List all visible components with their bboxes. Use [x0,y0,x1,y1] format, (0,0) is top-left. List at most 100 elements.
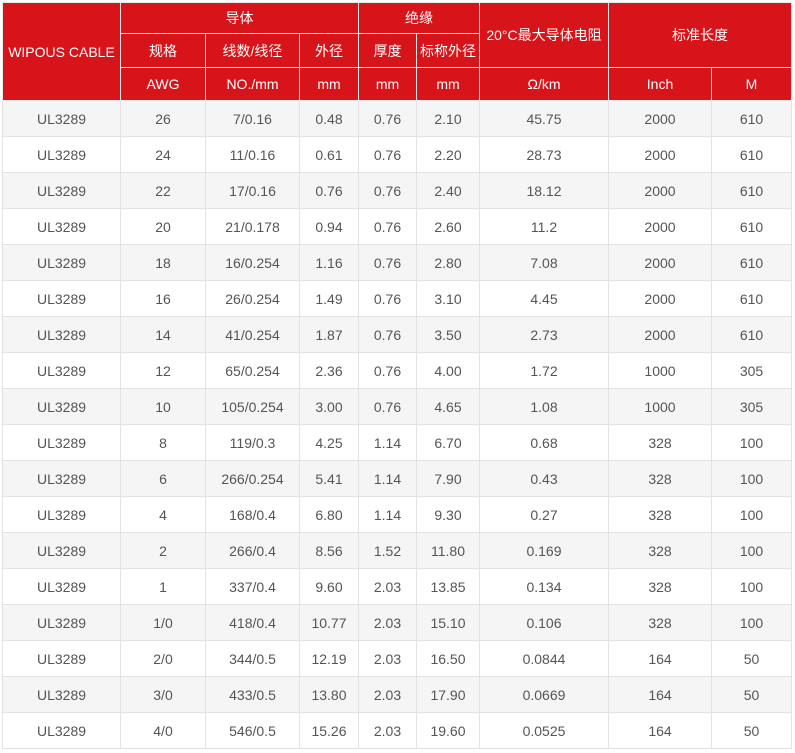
inch-cell: 328 [608,460,712,497]
thickness-cell: 1.14 [358,424,417,461]
resistance-cell: 1.72 [479,352,609,389]
resistance-cell: 28.73 [479,136,609,173]
model-cell: UL3289 [2,100,121,137]
meter-cell: 100 [711,496,792,533]
table-header: WIPOUS CABLE 导体 绝缘 20°C最大导体电阻 标准长度 规格 线数… [2,2,792,101]
table-row: UL3289 2 266/0.4 8.56 1.52 11.80 0.169 328 100 [2,532,792,569]
nominal-od-cell: 11.80 [416,532,480,569]
od-cell: 15.26 [299,712,359,749]
thickness-cell: 2.03 [358,640,417,677]
awg-cell: 2/0 [120,640,206,677]
nominal-od-cell: 2.60 [416,208,480,245]
table-row: UL3289 4 168/0.4 6.80 1.14 9.30 0.27 328 100 [2,496,792,533]
model-cell: UL3289 [2,532,121,569]
inch-unit: Inch [608,67,712,101]
awg-cell: 12 [120,352,206,389]
model-cell: UL3289 [2,172,121,209]
inch-cell: 328 [608,532,712,569]
table-row: UL3289 1 337/0.4 9.60 2.03 13.85 0.134 328 100 [2,568,792,605]
nominal-od-unit: mm [416,67,480,101]
strands-cell: 105/0.254 [205,388,300,425]
nominal-od-cell: 9.30 [416,496,480,533]
table-row: UL3289 18 16/0.254 1.16 0.76 2.80 7.08 2000 610 [2,244,792,281]
model-cell: UL3289 [2,460,121,497]
resistance-cell: 0.134 [479,568,609,605]
strands-cell: 21/0.178 [205,208,300,245]
resistance-cell: 0.68 [479,424,609,461]
nominal-od-cell: 2.10 [416,100,480,137]
resistance-cell: 0.106 [479,604,609,641]
strands-cell: 65/0.254 [205,352,300,389]
strands-cell: 266/0.254 [205,460,300,497]
table-row: UL3289 14 41/0.254 1.87 0.76 3.50 2.73 2000 610 [2,316,792,353]
table-row: UL3289 26 7/0.16 0.48 0.76 2.10 45.75 2000 610 [2,100,792,137]
strands-cell: 26/0.254 [205,280,300,317]
model-cell: UL3289 [2,640,121,677]
strands-cell: 11/0.16 [205,136,300,173]
thickness-unit: mm [358,67,417,101]
strands-header: 线数/线径 [205,33,300,68]
model-cell: UL3289 [2,496,121,533]
inch-cell: 164 [608,640,712,677]
inch-cell: 2000 [608,172,712,209]
strands-cell: 337/0.4 [205,568,300,605]
table-row: UL3289 12 65/0.254 2.36 0.76 4.00 1.72 1000 305 [2,352,792,389]
table-row: UL3289 6 266/0.254 5.41 1.14 7.90 0.43 328 100 [2,460,792,497]
awg-cell: 1 [120,568,206,605]
thickness-cell: 0.76 [358,136,417,173]
model-cell: UL3289 [2,676,121,713]
inch-cell: 328 [608,568,712,605]
std-length-header: 标准长度 [608,2,792,68]
resistance-cell: 18.12 [479,172,609,209]
strands-cell: 418/0.4 [205,604,300,641]
inch-cell: 1000 [608,388,712,425]
model-cell: UL3289 [2,424,121,461]
model-cell: UL3289 [2,244,121,281]
resistance-unit: Ω/km [479,67,609,101]
table-row: UL3289 16 26/0.254 1.49 0.76 3.10 4.45 2000 610 [2,280,792,317]
meter-cell: 100 [711,424,792,461]
inch-cell: 164 [608,712,712,749]
nominal-od-header: 标称外径 [416,33,480,68]
thickness-cell: 1.14 [358,460,417,497]
model-cell: UL3289 [2,604,121,641]
resistance-cell: 4.45 [479,280,609,317]
inch-cell: 328 [608,604,712,641]
page: WIPOUS CABLE 导体 绝缘 20°C最大导体电阻 标准长度 规格 线数… [0,0,795,753]
thickness-cell: 0.76 [358,100,417,137]
meter-cell: 100 [711,460,792,497]
nominal-od-cell: 4.00 [416,352,480,389]
size-unit: AWG [120,67,206,101]
resistance-cell: 0.27 [479,496,609,533]
nominal-od-cell: 4.65 [416,388,480,425]
table-row: UL3289 8 119/0.3 4.25 1.14 6.70 0.68 328 100 [2,424,792,461]
nominal-od-cell: 13.85 [416,568,480,605]
nominal-od-cell: 2.80 [416,244,480,281]
resistance-cell: 0.0844 [479,640,609,677]
awg-cell: 3/0 [120,676,206,713]
inch-cell: 164 [608,676,712,713]
thickness-cell: 2.03 [358,604,417,641]
model-cell: UL3289 [2,568,121,605]
strands-cell: 546/0.5 [205,712,300,749]
inch-cell: 1000 [608,352,712,389]
brand-header: WIPOUS CABLE [2,2,121,101]
od-cell: 10.77 [299,604,359,641]
inch-cell: 2000 [608,316,712,353]
strands-cell: 17/0.16 [205,172,300,209]
resistance-cell: 0.43 [479,460,609,497]
od-cell: 0.76 [299,172,359,209]
nominal-od-cell: 2.20 [416,136,480,173]
od-cell: 2.36 [299,352,359,389]
od-cell: 1.49 [299,280,359,317]
inch-cell: 328 [608,424,712,461]
awg-cell: 22 [120,172,206,209]
thickness-cell: 0.76 [358,352,417,389]
meter-cell: 50 [711,712,792,749]
conductor-header: 导体 [120,2,359,34]
meter-cell: 50 [711,676,792,713]
od-cell: 0.94 [299,208,359,245]
resistance-cell: 45.75 [479,100,609,137]
od-cell: 5.41 [299,460,359,497]
meter-cell: 50 [711,640,792,677]
